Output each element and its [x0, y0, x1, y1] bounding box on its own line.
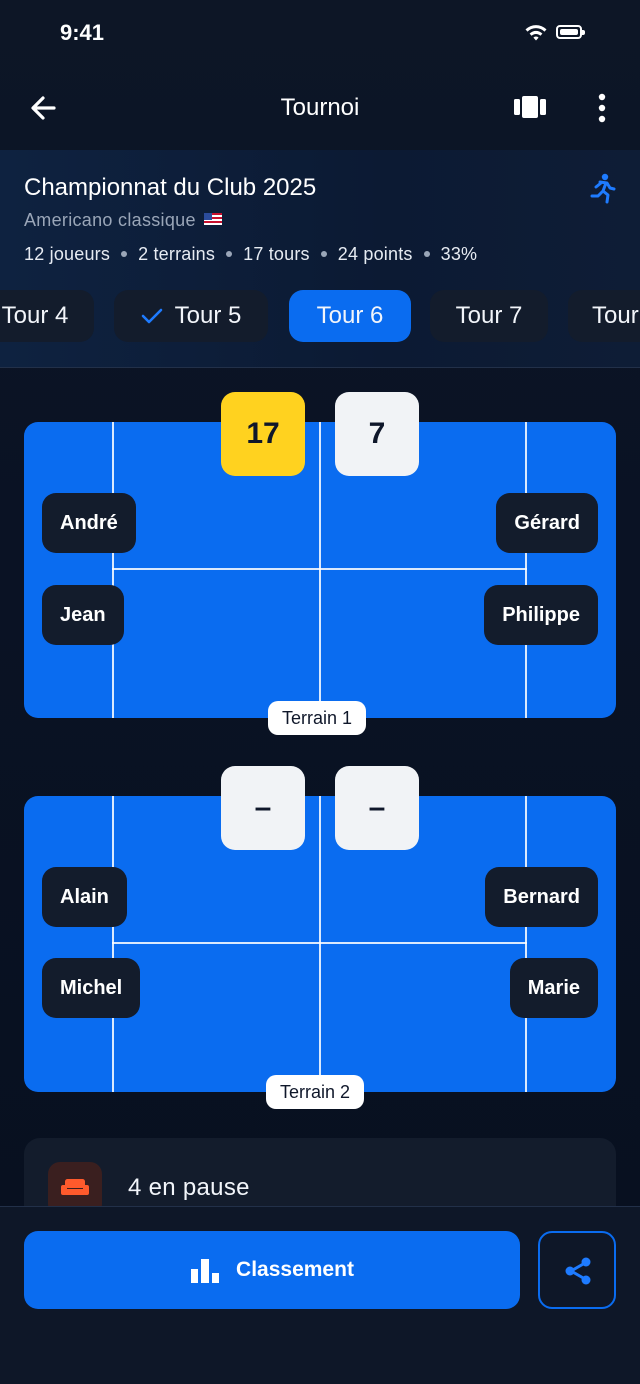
tournament-screen: 9:41 Tournoi Championnat du Club 2025 Am… — [0, 0, 640, 1384]
tab-tour-8[interactable]: Tour 8 — [568, 290, 640, 342]
score-right[interactable]: – — [335, 766, 419, 850]
court-line — [112, 568, 527, 570]
court-line — [525, 796, 527, 1092]
bar-chart-icon — [191, 1259, 220, 1283]
court-surface — [24, 796, 616, 1092]
courts-count: 2 terrains — [138, 244, 216, 264]
ranking-button[interactable]: Classement — [24, 1231, 520, 1309]
separator-dot — [320, 251, 327, 257]
tournament-stats: 12 joueurs 2 terrains 17 tours 24 points 33% — [24, 244, 477, 265]
bottom-bar: Classement — [0, 1206, 640, 1384]
score-left[interactable]: – — [221, 766, 305, 850]
player-chip[interactable]: Philippe — [484, 585, 598, 645]
court-line — [525, 422, 527, 718]
tab-tour-6[interactable]: Tour 6 — [289, 290, 411, 342]
court-surface — [24, 422, 616, 718]
more-options-icon[interactable] — [588, 90, 616, 126]
round-tabs: Tour 4 Tour 5 Tour 6 Tour 7 Tour 8 — [0, 290, 640, 344]
pause-count: 4 en pause — [128, 1174, 250, 1201]
share-icon — [565, 1257, 591, 1285]
tab-tour-4[interactable]: Tour 4 — [0, 290, 94, 342]
player-chip[interactable]: Bernard — [485, 867, 598, 927]
tournament-name: Championnat du Club 2025 — [24, 174, 317, 201]
separator-dot — [226, 251, 233, 257]
player-chip[interactable]: Alain — [42, 867, 127, 927]
tab-label: Tour 4 — [1, 302, 69, 329]
court-label: Terrain 2 — [266, 1075, 365, 1109]
tab-tour-7[interactable]: Tour 7 — [430, 290, 548, 342]
score-left[interactable]: 17 — [221, 392, 305, 476]
runner-icon[interactable] — [588, 172, 616, 204]
battery-icon — [556, 25, 585, 39]
tournament-mode: Americano classique — [24, 210, 222, 231]
tab-label: Tour 7 — [455, 302, 523, 329]
board-view-icon[interactable] — [510, 92, 550, 124]
court-net — [319, 422, 321, 718]
tab-label: Tour 8 — [592, 302, 640, 329]
sofa-icon — [61, 1179, 89, 1195]
court-line — [112, 422, 114, 718]
court-net — [319, 796, 321, 1092]
status-bar: 9:41 — [0, 0, 640, 66]
player-chip[interactable]: Michel — [42, 958, 141, 1018]
court-line — [112, 796, 114, 1092]
players-count: 12 joueurs — [24, 244, 111, 264]
tab-label: Tour 5 — [174, 302, 242, 329]
check-icon — [141, 308, 162, 324]
app-bar: Tournoi — [0, 66, 640, 150]
share-button[interactable] — [538, 1231, 616, 1309]
tab-label: Tour 6 — [316, 302, 384, 329]
wifi-icon — [525, 25, 547, 41]
separator-dot — [121, 251, 128, 257]
tournament-header: Championnat du Club 2025 Americano class… — [0, 150, 640, 368]
progress-percent: 33% — [440, 244, 478, 264]
tab-tour-5[interactable]: Tour 5 — [114, 290, 268, 342]
score-right[interactable]: 7 — [335, 392, 419, 476]
player-chip[interactable]: Jean — [42, 585, 124, 645]
separator-dot — [423, 251, 430, 257]
points-count: 24 points — [337, 244, 413, 264]
ranking-label: Classement — [236, 1258, 354, 1281]
status-time: 9:41 — [60, 20, 105, 45]
tournament-mode-label: Americano classique — [24, 210, 196, 230]
player-chip[interactable]: Gérard — [496, 493, 598, 553]
us-flag-icon — [203, 213, 222, 225]
rounds-count: 17 tours — [243, 244, 310, 264]
court-label: Terrain 1 — [268, 701, 367, 735]
player-chip[interactable]: André — [42, 493, 136, 553]
player-chip[interactable]: Marie — [509, 958, 598, 1018]
court-2: – – Alain Michel Bernard Marie Terrain 2 — [24, 766, 616, 1111]
court-1: 17 7 André Jean Gérard Philippe Terrain … — [24, 392, 616, 737]
court-line — [112, 942, 527, 944]
